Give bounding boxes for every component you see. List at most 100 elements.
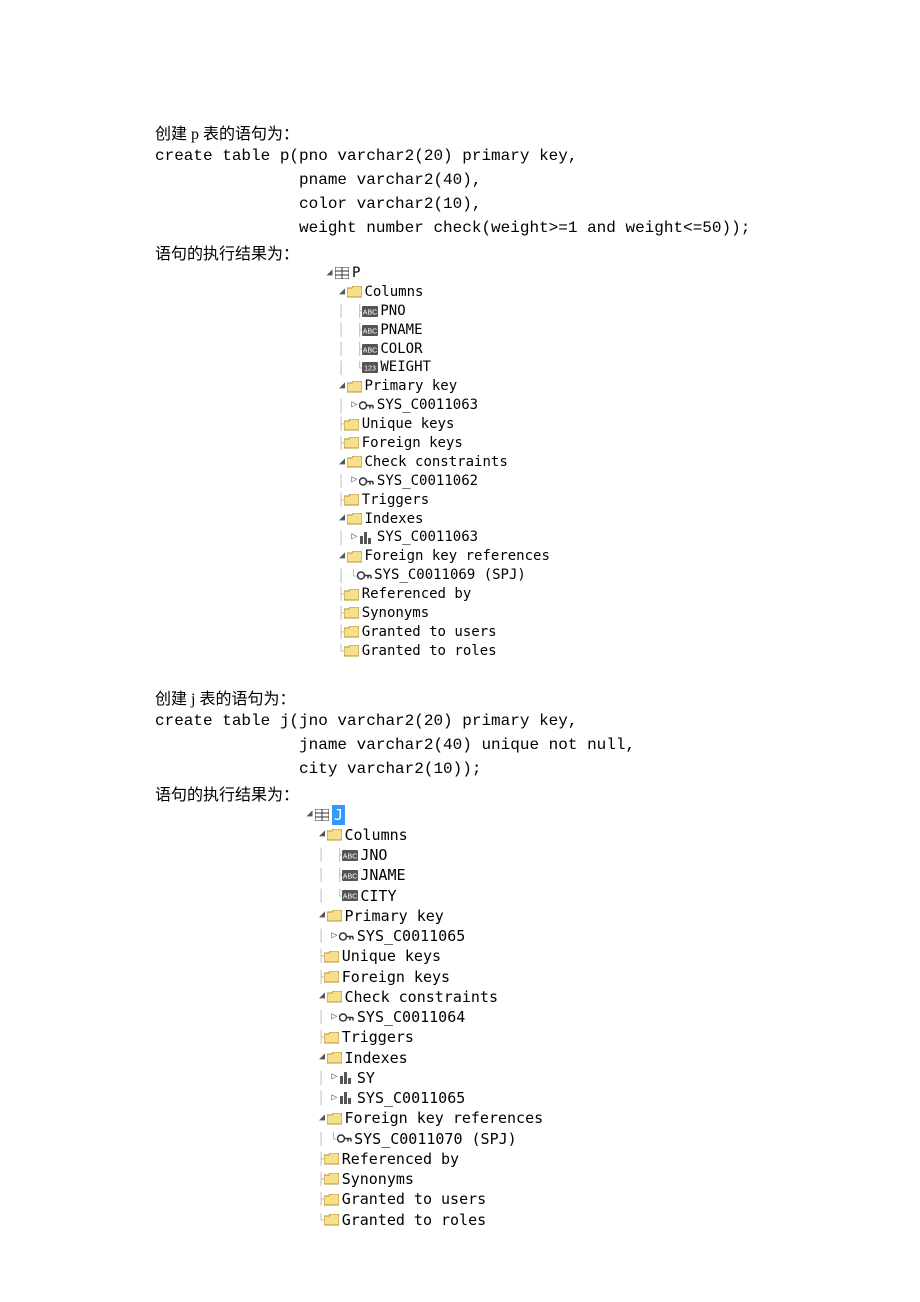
folder-icon	[344, 419, 360, 431]
text-column-icon	[362, 344, 378, 355]
node-label: Synonyms	[342, 1169, 414, 1189]
tree-unique-keys-folder[interactable]: ├Unique keys	[305, 946, 765, 966]
tree-index-item[interactable]: │ ▷SYS_C0011065	[305, 1088, 765, 1108]
number-column-icon	[362, 362, 378, 373]
expand-icon: ◢	[305, 808, 314, 822]
node-label: Foreign keys	[362, 434, 463, 453]
expand-icon: ◢	[317, 990, 326, 1004]
node-label: Unique keys	[342, 946, 441, 966]
expand-icon: ▷	[330, 1092, 339, 1106]
tree-columns-folder[interactable]: ◢ Columns	[325, 283, 765, 302]
node-label: Primary key	[344, 906, 443, 926]
tree-key-item[interactable]: │ ▷SYS_C0011062	[325, 472, 765, 491]
expand-icon: ▷	[330, 1071, 339, 1085]
tree-primary-key-folder[interactable]: ◢ Primary key	[325, 377, 765, 396]
code-line: jname varchar2(40) unique not null,	[155, 733, 765, 757]
tree-key-item[interactable]: │ ▷SYS_C0011065	[305, 926, 765, 946]
node-label: Unique keys	[362, 415, 455, 434]
expand-icon: ◢	[337, 550, 346, 564]
tree-column-item[interactable]: │ ├JNAME	[305, 865, 765, 885]
tree-fk-ref-folder[interactable]: ◢Foreign key references	[325, 547, 765, 566]
node-label: Primary key	[364, 377, 457, 396]
tree-column-item[interactable]: │ ├PNO	[325, 302, 765, 321]
tree-key-item[interactable]: │ ▷SYS_C0011063	[325, 396, 765, 415]
tree-key-item[interactable]: │ └SYS_C0011069 (SPJ)	[325, 566, 765, 585]
node-label: Referenced by	[362, 585, 472, 604]
tree-granted-roles-folder[interactable]: └Granted to roles	[305, 1210, 765, 1230]
expand-icon: ◢	[317, 828, 326, 842]
node-label: Check constraints	[344, 987, 498, 1007]
node-label: Indexes	[344, 1048, 407, 1068]
node-label: PNO	[380, 302, 405, 321]
tree-column-item[interactable]: │ ├PNAME	[325, 321, 765, 340]
tree-column-item[interactable]: │ └CITY	[305, 886, 765, 906]
code-line: city varchar2(10));	[155, 757, 765, 781]
expand-icon: ▷	[330, 930, 339, 944]
folder-icon	[324, 1214, 340, 1226]
tree-check-folder[interactable]: ◢ Check constraints	[305, 987, 765, 1007]
tree-check-folder[interactable]: ◢Check constraints	[325, 453, 765, 472]
expand-icon: ◢	[325, 267, 334, 281]
node-label: SYS_C0011064	[357, 1007, 465, 1027]
expand-icon: ◢	[337, 380, 346, 394]
node-label: SYS_C0011069 (SPJ)	[374, 566, 526, 585]
tree-referenced-by-folder[interactable]: ├Referenced by	[305, 1149, 765, 1169]
section-j-result-label: 语句的执行结果为：	[155, 781, 765, 805]
folder-icon	[326, 1052, 342, 1064]
folder-icon	[326, 1113, 342, 1125]
tree-triggers-folder[interactable]: ├Triggers	[305, 1027, 765, 1047]
text-column-icon	[342, 870, 358, 881]
node-label: JNAME	[360, 865, 405, 885]
node-label: COLOR	[380, 340, 422, 359]
key-icon	[339, 931, 355, 942]
node-label: Referenced by	[342, 1149, 459, 1169]
tree-root-p[interactable]: ◢P	[325, 264, 765, 283]
tree-column-item[interactable]: │ ├COLOR	[325, 340, 765, 359]
node-label: Synonyms	[362, 604, 429, 623]
code-line: pname varchar2(40),	[155, 168, 765, 192]
tree-index-item[interactable]: │ ▷SY	[305, 1068, 765, 1088]
tree-granted-users-folder[interactable]: ├Granted to users	[305, 1189, 765, 1209]
tree-key-item[interactable]: │ ▷SYS_C0011064	[305, 1007, 765, 1027]
folder-icon	[346, 456, 362, 468]
key-icon	[339, 1012, 355, 1023]
expand-icon: ◢	[337, 286, 346, 300]
tree-column-item[interactable]: │ └WEIGHT	[325, 358, 765, 377]
tree-primary-key-folder[interactable]: ◢Primary key	[305, 906, 765, 926]
tree-triggers-folder[interactable]: ├Triggers	[325, 491, 765, 510]
expand-icon: ◢	[337, 456, 346, 470]
tree-fk-ref-folder[interactable]: ◢Foreign key references	[305, 1108, 765, 1128]
tree-column-item[interactable]: │ ├JNO	[305, 845, 765, 865]
tree-indexes-folder[interactable]: ◢Indexes	[325, 510, 765, 529]
tree-referenced-by-folder[interactable]: ├Referenced by	[325, 585, 765, 604]
section-p-result-label: 语句的执行结果为：	[155, 240, 765, 264]
tree-indexes-folder[interactable]: ◢Indexes	[305, 1048, 765, 1068]
section-p-heading: 创建 p 表的语句为：	[155, 120, 765, 144]
node-label: Columns	[364, 283, 423, 302]
tree-columns-folder[interactable]: ◢Columns	[305, 825, 765, 845]
folder-icon	[324, 951, 340, 963]
tree-foreign-keys-folder[interactable]: ├Foreign keys	[325, 434, 765, 453]
folder-icon	[324, 971, 340, 983]
tree-granted-roles-folder[interactable]: └Granted to roles	[325, 642, 765, 661]
tree-synonyms-folder[interactable]: ├Synonyms	[325, 604, 765, 623]
node-label: SYS_C0011065	[357, 1088, 465, 1108]
tree-granted-users-folder[interactable]: ├Granted to users	[325, 623, 765, 642]
tree-foreign-keys-folder[interactable]: ├Foreign keys	[305, 967, 765, 987]
code-line: create table j(jno varchar2(20) primary …	[155, 709, 765, 733]
folder-icon	[346, 551, 362, 563]
tree-synonyms-folder[interactable]: ├Synonyms	[305, 1169, 765, 1189]
folder-icon	[324, 1194, 340, 1206]
tree-index-item[interactable]: │ ▷SYS_C0011063	[325, 528, 765, 547]
table-icon	[334, 267, 350, 279]
folder-icon	[344, 589, 360, 601]
key-icon	[356, 570, 372, 581]
node-label: Granted to users	[362, 623, 497, 642]
tree-key-item[interactable]: │ └SYS_C0011070 (SPJ)	[305, 1129, 765, 1149]
node-label: Granted to users	[342, 1189, 487, 1209]
key-icon	[336, 1133, 352, 1144]
tree-unique-keys-folder[interactable]: ├Unique keys	[325, 415, 765, 434]
page-content: 创建 p 表的语句为： create table p(pno varchar2(…	[0, 0, 920, 1270]
text-column-icon	[362, 325, 378, 336]
tree-root-j[interactable]: ◢J	[305, 805, 765, 825]
